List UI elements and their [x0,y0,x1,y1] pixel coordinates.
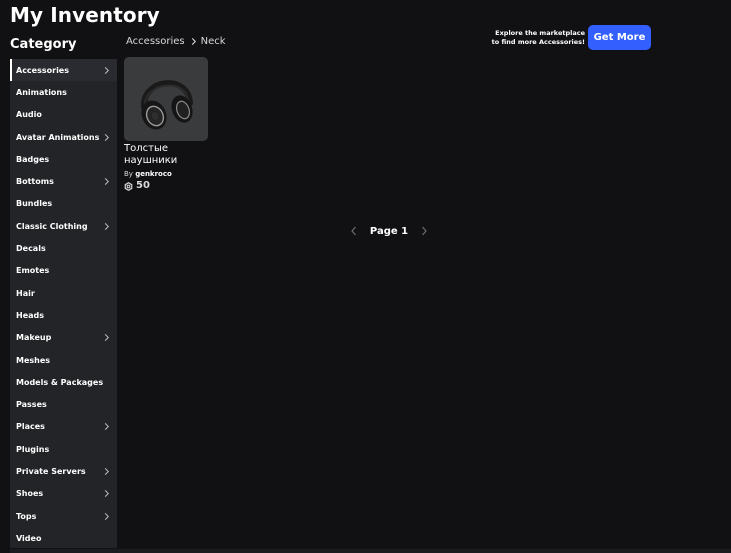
chevron-right-icon [104,490,110,498]
chevron-left-icon [351,226,356,236]
chevron-right-icon [104,178,110,186]
sidebar-item-models-and-packages[interactable]: Models & Packages [10,371,117,393]
sidebar-item-label: Plugins [16,444,50,454]
item-card[interactable]: Толстые наушники By genkroco 50 [124,57,208,192]
sidebar-item-label: Meshes [16,355,51,365]
sidebar-item-label: Heads [16,310,45,320]
sidebar-item-video[interactable]: Video [10,527,117,549]
sidebar-item-label: Classic Clothing [16,221,88,231]
sidebar-item-label: Bottoms [16,177,54,187]
sidebar-item-plugins[interactable]: Plugins [10,438,117,460]
sidebar-item-meshes[interactable]: Meshes [10,349,117,371]
sidebar-item-label: Audio [16,110,42,120]
sidebar-item-label: Tops [16,511,37,521]
previous-page-button[interactable] [349,225,359,237]
sidebar-item-label: Private Servers [16,466,86,476]
sidebar-item-label: Accessories [16,65,69,75]
sidebar-item-bottoms[interactable]: Bottoms [10,170,117,192]
chevron-right-icon [104,334,110,342]
item-name[interactable]: Толстые наушники [124,143,208,167]
chevron-right-icon [422,226,427,236]
sidebar-item-label: Badges [16,154,50,164]
sidebar-item-label: Models & Packages [16,377,104,387]
chevron-right-icon [104,133,110,141]
robux-icon [124,181,133,191]
sidebar-item-shoes[interactable]: Shoes [10,483,117,505]
sidebar-item-bundles[interactable]: Bundles [10,193,117,215]
chevron-right-icon [104,467,110,475]
item-creator-name[interactable]: genkroco [135,170,172,178]
sidebar-item-label: Decals [16,244,46,254]
sidebar-item-label: Video [16,533,42,543]
sidebar-item-classic-clothing[interactable]: Classic Clothing [10,215,117,237]
page-title: My Inventory [10,3,160,27]
sidebar-item-label: Hair [16,288,35,298]
promo-text: Explore the marketplace to find more Acc… [470,29,585,47]
sidebar-item-hair[interactable]: Hair [10,282,117,304]
item-by-label: By [124,170,133,178]
sidebar-item-label: Makeup [16,333,52,343]
breadcrumb: Accessories Neck [126,35,226,48]
sidebar-item-passes[interactable]: Passes [10,393,117,415]
sidebar-item-label: Animations [16,87,67,97]
sidebar-item-places[interactable]: Places [10,416,117,438]
sidebar-item-label: Shoes [16,489,44,499]
sidebar-item-label: Bundles [16,199,53,209]
category-sidebar: Accessories Animations Audio Avatar Animati… [10,59,117,548]
item-price-value: 50 [136,180,150,191]
breadcrumb-current: Neck [200,36,226,47]
chevron-right-icon [104,423,110,431]
sidebar-item-label: Avatar Animations [16,132,100,142]
chevron-right-icon [104,66,110,74]
sidebar-item-label: Places [16,422,45,432]
get-more-button[interactable]: Get More [588,25,651,50]
pagination: Page 1 [349,224,429,238]
bottom-divider [10,549,731,553]
sidebar-item-animations[interactable]: Animations [10,81,117,103]
sidebar-item-decals[interactable]: Decals [10,237,117,259]
promo-line-1: Explore the marketplace [495,29,585,37]
page-label: Page 1 [369,225,409,237]
next-page-button[interactable] [419,225,429,237]
sidebar-item-audio[interactable]: Audio [10,104,117,126]
sidebar-item-heads[interactable]: Heads [10,304,117,326]
sidebar-item-tops[interactable]: Tops [10,505,117,527]
sidebar-item-label: Passes [16,400,47,410]
chevron-right-icon [104,512,110,520]
headphones-icon[interactable] [124,57,208,141]
sidebar-item-avatar-animations[interactable]: Avatar Animations [10,126,117,148]
breadcrumb-parent[interactable]: Accessories [126,35,185,48]
sidebar-item-badges[interactable]: Badges [10,148,117,170]
sidebar-item-label: Emotes [16,266,50,276]
promo-line-2: to find more Accessories! [491,38,585,46]
item-price: 50 [124,180,208,192]
sidebar-item-private-servers[interactable]: Private Servers [10,460,117,482]
sidebar-item-emotes[interactable]: Emotes [10,260,117,282]
sidebar-item-accessories[interactable]: Accessories [10,59,117,82]
item-creator: By genkroco [124,170,208,179]
chevron-right-icon [104,222,110,230]
chevron-right-icon [191,37,196,46]
sidebar-item-makeup[interactable]: Makeup [10,327,117,349]
category-heading: Category [10,37,77,52]
